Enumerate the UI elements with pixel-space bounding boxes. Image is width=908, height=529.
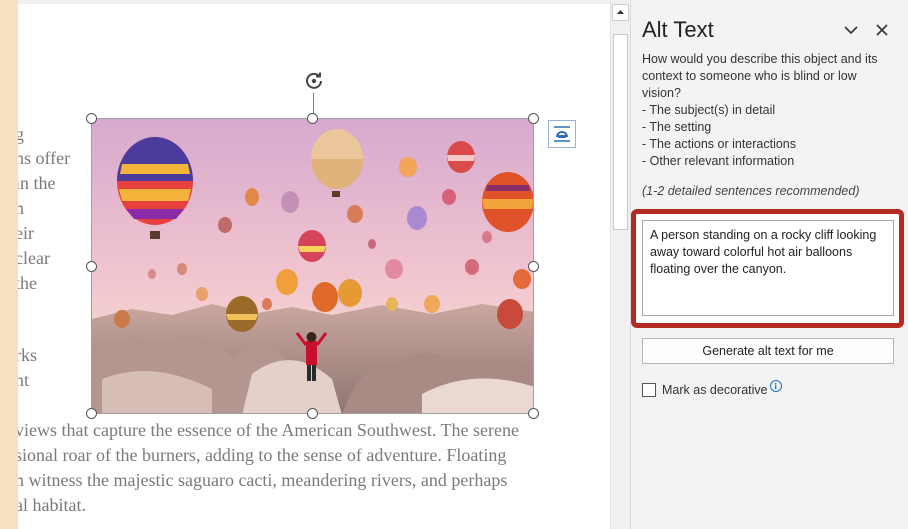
selected-image[interactable] [91, 118, 534, 414]
mark-decorative-label: Mark as decorative [662, 383, 768, 397]
description-line: How would you describe this object and i… [642, 52, 878, 100]
doc-paragraph-line: sional roar of the burners, adding to th… [18, 445, 507, 465]
highlight-annotation-box: A person standing on a rocky cliff looki… [631, 209, 904, 328]
doc-text-fragment: rks [18, 345, 37, 365]
resize-handle-top-right[interactable] [528, 113, 539, 124]
doc-paragraph-line: al habitat. [18, 495, 86, 515]
close-icon[interactable] [871, 19, 893, 41]
document-scrollbar[interactable] [610, 0, 630, 529]
pane-title: Alt Text [642, 17, 714, 42]
doc-text-fragment: nt [18, 370, 30, 390]
resize-handle-top-left[interactable] [86, 113, 97, 124]
layout-options-icon[interactable] [548, 120, 576, 148]
resize-handle-bottom-right[interactable] [528, 408, 539, 419]
doc-text-fragment: ns offer [18, 148, 71, 168]
resize-handle-top[interactable] [307, 113, 318, 124]
left-margin-strip [0, 0, 18, 529]
generate-alt-text-button[interactable]: Generate alt text for me [642, 338, 894, 364]
resize-handle-bottom-left[interactable] [86, 408, 97, 419]
doc-text-fragment: clear [18, 248, 50, 268]
alt-text-input[interactable]: A person standing on a rocky cliff looki… [642, 220, 894, 316]
resize-handle-right[interactable] [528, 261, 539, 272]
doc-text-fragment: in the [18, 173, 56, 193]
description-line: - The setting [642, 120, 712, 134]
pane-description: How would you describe this object and i… [642, 51, 894, 170]
doc-text-fragment: n [18, 198, 24, 218]
doc-text-fragment: g [18, 124, 24, 144]
scroll-up-arrow-icon[interactable] [612, 4, 629, 21]
scroll-thumb[interactable] [613, 34, 628, 230]
doc-text-fragment: eir [18, 223, 34, 243]
document-top-edge [18, 0, 610, 4]
mark-decorative-checkbox[interactable] [642, 383, 656, 397]
mark-decorative-row[interactable]: Mark as decorative i [642, 380, 782, 399]
description-line: - The actions or interactions [642, 137, 797, 151]
doc-text-fragment: the [18, 273, 37, 293]
resize-handle-left[interactable] [86, 261, 97, 272]
document-canvas[interactable]: g ns offer in the n eir clear the rks nt… [18, 0, 610, 529]
recommendation-note: (1-2 detailed sentences recommended) [642, 184, 860, 198]
alt-text-pane: Alt Text How would you describe this obj… [630, 0, 908, 529]
rotate-handle-icon[interactable] [303, 70, 325, 92]
doc-paragraph-line: views that capture the essence of the Am… [18, 420, 519, 440]
description-line: - Other relevant information [642, 154, 795, 168]
description-line: - The subject(s) in detail [642, 103, 776, 117]
resize-handle-bottom[interactable] [307, 408, 318, 419]
chevron-down-icon[interactable] [840, 19, 862, 41]
info-icon[interactable]: i [769, 380, 782, 392]
doc-paragraph-line: n witness the majestic saguaro cacti, me… [18, 470, 508, 490]
